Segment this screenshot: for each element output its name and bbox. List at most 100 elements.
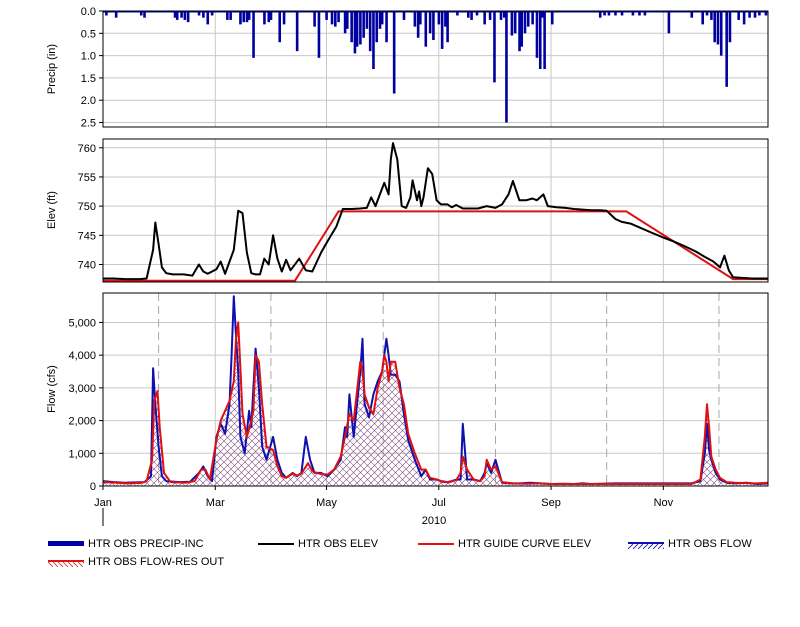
hydrograph-chart: 0.0 0.5 1.0 1.5 2.0 2.5 Precip (in) 740 745 750 7…: [0, 0, 800, 627]
legend-swatch: [48, 541, 84, 546]
legend-swatch: [258, 543, 294, 545]
legend-swatch-bar: [48, 541, 84, 546]
precip-bar: [385, 11, 388, 43]
precip-bar: [334, 11, 337, 27]
precip-bar: [362, 11, 365, 38]
precip-bar: [269, 11, 273, 20]
precip-bar: [143, 11, 146, 18]
y-tick-label: 755: [78, 172, 96, 184]
precip-bar: [737, 11, 740, 20]
precip-bar: [705, 11, 709, 16]
y-tick-label: 4,000: [68, 350, 96, 362]
y-tick-label: 2.0: [81, 95, 96, 107]
x-tick-label: May: [316, 497, 337, 509]
precip-bar: [467, 11, 470, 18]
precip-bar: [543, 11, 546, 69]
precip-bar: [550, 11, 554, 25]
legend-label: HTR OBS ELEV: [298, 538, 379, 550]
precip-bar: [114, 11, 118, 18]
precip-bar: [242, 11, 246, 23]
precip-bar: [345, 11, 349, 29]
precip-bar: [510, 11, 514, 36]
legend-label: HTR GUIDE CURVE ELEV: [458, 538, 592, 550]
precip-bar: [432, 11, 435, 40]
precip-bar: [252, 11, 255, 58]
legend-swatch: [418, 543, 454, 545]
precip-bar: [505, 11, 508, 123]
precip-bar: [690, 11, 694, 18]
precip-bar: [603, 11, 606, 16]
y-tick-label: 5,000: [68, 317, 96, 329]
precip-bar: [531, 11, 534, 25]
precip-bar: [239, 11, 242, 25]
precip-panel: 0.0 0.5 1.0 1.5 2.0 2.5 Precip (in): [46, 6, 769, 130]
precip-bar: [728, 11, 732, 43]
precip-bar: [424, 11, 428, 47]
precip-bar: [139, 11, 143, 16]
precip-bar: [105, 11, 108, 16]
x-axis: Jan Mar May Jul Sep Nov 2010: [94, 486, 674, 527]
legend-item: HTR OBS PRECIP-INC: [48, 535, 204, 553]
y-tick-label: 2.5: [81, 118, 96, 130]
x-tick-label: Nov: [654, 497, 674, 509]
precip-bar: [470, 11, 473, 20]
precip-bar: [493, 11, 496, 83]
y-tick-label: 750: [78, 201, 96, 213]
legend-swatch: [48, 560, 84, 567]
precip-bar: [365, 11, 369, 29]
precip-bar: [538, 11, 542, 69]
precip-bar: [620, 11, 624, 16]
precip-bar: [263, 11, 266, 25]
legend-item: HTR OBS FLOW: [628, 535, 752, 553]
precip-bar: [475, 11, 479, 16]
y-tick-label: 1.0: [81, 51, 96, 63]
precip-bar: [392, 11, 396, 94]
legend-item: HTR OBS ELEV: [258, 535, 378, 553]
precip-bar: [716, 11, 720, 45]
y-tick-label: 0: [90, 481, 96, 493]
precip-bar: [513, 11, 517, 34]
y-tick-label: 740: [78, 259, 96, 271]
chart-canvas: 0.00.51.01.52.02.5Precip (in) 7407457507…: [46, 6, 769, 527]
precip-bar: [295, 11, 299, 52]
precip-bar: [313, 11, 316, 27]
legend-label: HTR OBS FLOW: [668, 538, 752, 550]
precip-bar: [278, 11, 282, 43]
precip-bar: [440, 11, 444, 49]
y-tick-label: 760: [78, 143, 96, 155]
precip-bar: [355, 11, 359, 47]
precip-bar: [183, 11, 187, 20]
precip-bar: [456, 11, 459, 16]
precip-bar: [413, 11, 417, 27]
precip-bar: [764, 11, 768, 16]
precip-bar: [483, 11, 486, 25]
precip-bar: [202, 11, 205, 18]
precip-bar: [428, 11, 432, 34]
legend-item: HTR OBS FLOW-RES OUT: [48, 553, 224, 571]
y-tick-label: 0.0: [81, 6, 96, 18]
precip-bar: [667, 11, 671, 34]
y-tick-label: 2,000: [68, 416, 96, 428]
precip-bar: [701, 11, 704, 25]
legend-label: HTR OBS PRECIP-INC: [88, 538, 204, 550]
y-tick-label: 0.5: [81, 28, 96, 40]
precip-bar: [317, 11, 321, 58]
precip-bar: [499, 11, 503, 20]
precip-bar: [753, 11, 757, 18]
precip-bar: [197, 11, 201, 16]
precip-bar: [488, 11, 492, 20]
legend-swatch: [628, 542, 664, 549]
precip-bar: [350, 11, 353, 43]
precip-bar: [282, 11, 286, 25]
precip-bar: [359, 11, 362, 45]
x-axis-year-label: 2010: [422, 515, 446, 527]
legend: HTR OBS PRECIP-INC HTR OBS ELEV HTR GUIDE …: [0, 532, 800, 580]
precip-bar: [186, 11, 190, 23]
precip-bar: [742, 11, 746, 25]
precip-bar: [643, 11, 647, 16]
precip-bar: [368, 11, 372, 52]
precip-bar: [337, 11, 340, 23]
y-tick-label: 1.5: [81, 73, 96, 85]
precip-bar: [535, 11, 539, 58]
flow-panel: 0 1,000 2,000 3,000 4,000 5,000 Flow (cfs): [46, 292, 769, 493]
